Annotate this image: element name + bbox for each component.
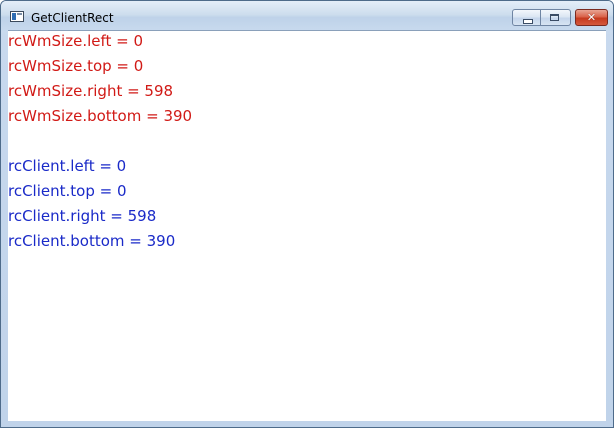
close-button[interactable]: ✕	[575, 9, 608, 26]
wmsize-right-text: rcWmSize.right = 598	[8, 82, 174, 100]
app-window: GetClientRect ✕ rcWmSize.left = 0 rcWmSi…	[0, 0, 614, 428]
close-icon: ✕	[586, 11, 597, 24]
app-icon[interactable]	[10, 11, 24, 22]
wmsize-left-text: rcWmSize.left = 0	[8, 32, 144, 50]
client-bottom-text: rcClient.bottom = 390	[8, 232, 176, 250]
minimize-icon	[523, 19, 533, 24]
wmsize-top-text: rcWmSize.top = 0	[8, 57, 144, 75]
client-area: rcWmSize.left = 0 rcWmSize.top = 0 rcWmS…	[8, 30, 606, 421]
maximize-icon	[550, 14, 559, 21]
window-title: GetClientRect	[31, 11, 114, 25]
caption-buttons: ✕	[512, 9, 608, 28]
title-bar[interactable]: GetClientRect ✕	[1, 1, 613, 31]
client-right-text: rcClient.right = 598	[8, 207, 157, 225]
minimize-button[interactable]	[512, 9, 541, 26]
wmsize-bottom-text: rcWmSize.bottom = 390	[8, 107, 193, 125]
client-top-text: rcClient.top = 0	[8, 182, 127, 200]
client-left-text: rcClient.left = 0	[8, 157, 127, 175]
maximize-button[interactable]	[541, 9, 571, 26]
